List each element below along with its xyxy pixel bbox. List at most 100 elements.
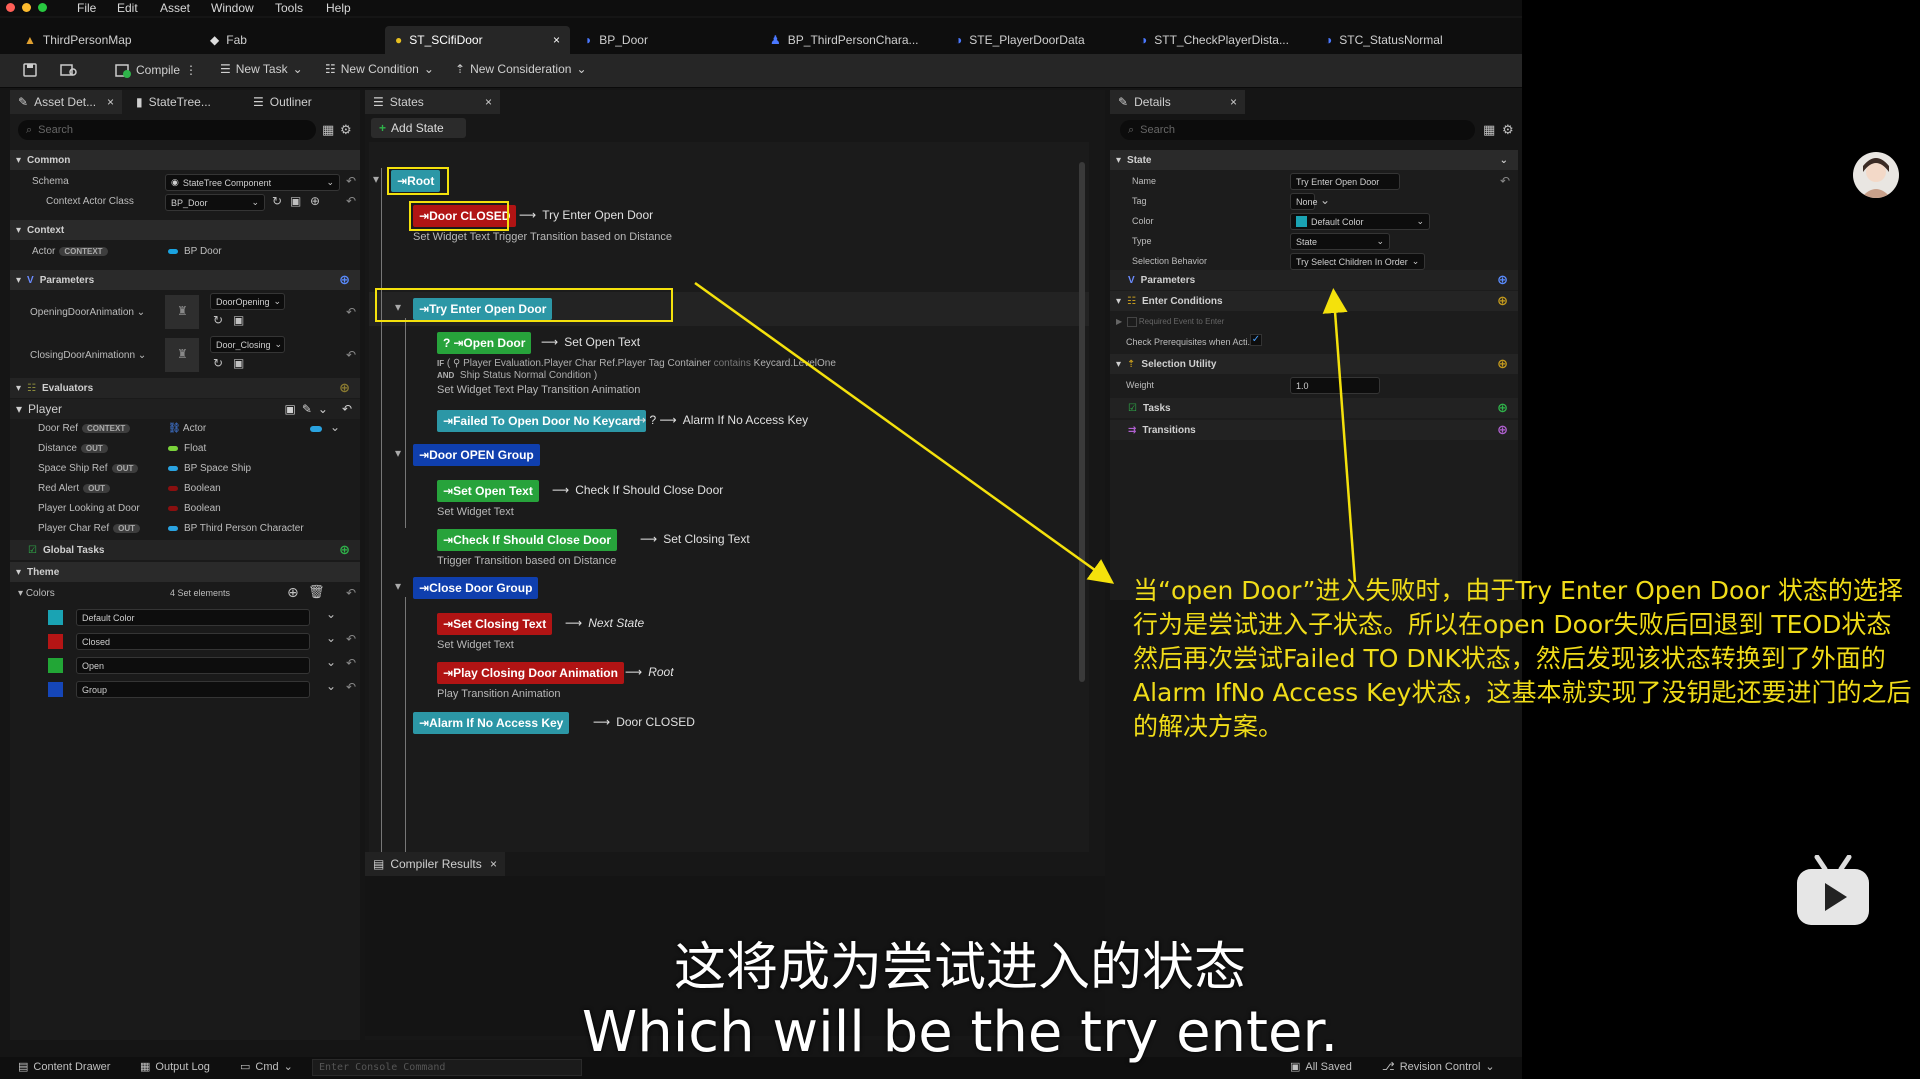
reset-icon[interactable]: ↶ [1500,174,1510,188]
add-task-icon[interactable]: ⊕ [1497,400,1508,416]
edit-icon[interactable]: ✎ [302,402,312,416]
chevron-down-icon[interactable]: ⌄ [326,679,336,693]
state-play-closing-door-animation[interactable]: ⇥ Play Closing Door Animation [437,662,624,684]
reset-icon[interactable]: ↶ [346,174,356,188]
use-selected-icon[interactable]: ↻ [213,356,223,370]
opening-animation-thumbnail[interactable]: ♜ [165,295,199,329]
closing-animation-thumbnail[interactable]: ♜ [165,338,199,372]
tag-field[interactable]: None [1290,193,1318,210]
browse-icon[interactable]: ▣ [233,356,244,370]
reset-icon[interactable]: ↶ [346,194,356,208]
chevron-down-icon[interactable]: ⌄ [326,607,336,621]
add-transition-icon[interactable]: ⊕ [1497,422,1508,438]
section-transitions[interactable]: ⇉ Transitions ⊕ [1110,420,1518,440]
minimize-window-icon[interactable] [22,3,31,12]
tab-outliner[interactable]: ☰ Outliner [245,90,320,114]
tab-statetree[interactable]: ▮ StateTree... [128,90,219,114]
table-view-icon[interactable]: ▦ [322,122,334,138]
tab-bp-thirdpersonchara[interactable]: ♟ BP_ThirdPersonChara... [760,26,929,54]
section-enter-conditions[interactable]: ▾ ☷ Enter Conditions ⊕ [1110,291,1518,311]
tab-asset-details[interactable]: ✎ Asset Det... × [10,90,122,114]
color-swatch[interactable] [48,634,63,649]
gear-icon[interactable]: ⚙ [1502,122,1514,138]
add-icon[interactable]: ⊕ [310,194,320,208]
type-dropdown[interactable]: State ⌄ [1290,233,1390,250]
gear-icon[interactable]: ⚙ [340,122,352,138]
new-task-button[interactable]: ☰ New Task ⌄ [220,62,303,76]
add-consideration-icon[interactable]: ⊕ [1497,356,1508,372]
state-alarm-if-no-access-key[interactable]: ⇥ Alarm If No Access Key [413,712,570,734]
color-name-field[interactable]: Open [76,657,310,674]
state-failed-to-open-door[interactable]: ⇥ Failed To Open Door No Keycard [437,410,647,432]
details-search-input[interactable]: ⌕ Search [1120,120,1475,140]
trash-icon[interactable]: 🗑︎ [308,584,325,600]
menu-window[interactable]: Window [211,1,254,15]
section-common[interactable]: ▾ Common [10,150,360,170]
check-prerequisites-checkbox[interactable]: ✓ [1250,334,1262,346]
section-tasks[interactable]: ☑ Tasks ⊕ [1110,398,1518,418]
menu-file[interactable]: File [77,1,96,15]
close-tab-icon[interactable]: × [485,95,492,109]
opening-animation-dropdown[interactable]: DoorOpening ⌄ [210,293,285,310]
close-tab-icon[interactable]: × [490,857,497,871]
add-state-button[interactable]: + Add State [371,118,466,138]
chevron-down-icon[interactable]: ▾ [395,579,401,593]
tab-st-scifidoor[interactable]: ● ST_SCifiDoor × [385,26,570,54]
chevron-down-icon[interactable]: ⌄ [1320,193,1330,207]
weight-input[interactable]: 1.0 [1290,377,1380,394]
close-tab-icon[interactable]: × [1230,95,1237,109]
table-view-icon[interactable]: ▦ [1483,122,1495,138]
tab-ste-playerdoordata[interactable]: ◑ STE_PlayerDoorData [945,26,1095,54]
compile-options-icon[interactable]: ⋮ [185,63,197,77]
section-context[interactable]: ▾ Context [10,220,360,240]
menu-tools[interactable]: Tools [275,1,303,15]
tab-stt-checkplayerdista[interactable]: ◑ STT_CheckPlayerDista... [1130,26,1299,54]
add-evaluator-icon[interactable]: ⊕ [339,380,350,396]
chevron-down-icon[interactable]: ⌄ [318,402,328,416]
color-dropdown[interactable]: Default Color ⌄ [1290,213,1430,230]
reset-icon[interactable]: ↶ [346,656,356,670]
chevron-down-icon[interactable]: ▾ [395,446,401,460]
checkbox[interactable] [1126,317,1137,327]
add-condition-icon[interactable]: ⊕ [1497,293,1508,309]
section-evaluators[interactable]: ▾ ☷ Evaluators ⊕ [10,378,360,398]
section-theme[interactable]: ▾ Theme [10,562,360,582]
chevron-down-icon[interactable]: ⌄ [326,655,336,669]
name-input[interactable]: Try Enter Open Door [1290,173,1400,190]
evaluator-player[interactable]: ▾ Player ▣ ✎ ⌄ ↶ [10,399,360,419]
reset-icon[interactable]: ↶ [346,305,356,319]
tab-details[interactable]: ✎ Details × [1110,90,1245,114]
tab-bp-door[interactable]: ◗ BP_Door [575,26,658,54]
menu-help[interactable]: Help [326,1,351,15]
reset-icon[interactable]: ↶ [342,402,352,416]
vertical-scrollbar[interactable] [1079,162,1085,682]
reset-icon[interactable]: ↶ [346,348,356,362]
section-parameters[interactable]: V Parameters ⊕ [1110,270,1518,290]
browse-icon[interactable]: ▣ [290,194,301,208]
tab-fab[interactable]: ◆ Fab [200,26,257,54]
avatar[interactable] [1853,152,1899,198]
color-swatch[interactable] [48,658,63,673]
new-condition-button[interactable]: ☷ New Condition ⌄ [325,62,434,76]
required-event-row[interactable]: ▶ Required Event to Enter [1116,317,1224,327]
menu-edit[interactable]: Edit [117,1,138,15]
selection-behavior-dropdown[interactable]: Try Select Children In Order ⌄ [1290,253,1425,270]
color-name-field[interactable]: Default Color [76,609,310,626]
use-selected-icon[interactable]: ↻ [272,194,282,208]
use-selected-icon[interactable]: ↻ [213,313,223,327]
add-global-task-icon[interactable]: ⊕ [339,542,350,558]
section-state[interactable]: ▾ State ⌄ [1110,150,1518,170]
tab-thirdpersonmap[interactable]: ▲ ThirdPersonMap [14,26,142,54]
menu-asset[interactable]: Asset [160,1,190,15]
browse-icon[interactable]: ▣ [284,402,295,416]
chevron-down-icon[interactable]: ⌄ [330,420,340,434]
state-close-door-group[interactable]: ⇥ Close Door Group [413,577,539,599]
color-swatch[interactable] [48,610,63,625]
state-check-if-should-close-door[interactable]: ⇥ Check If Should Close Door [437,529,618,551]
section-parameters[interactable]: ▾ V Parameters ⊕ [10,270,360,290]
tab-states[interactable]: ☰ States × [365,90,500,114]
context-actor-class-dropdown[interactable]: BP_Door ⌄ [165,194,265,211]
color-name-field[interactable]: Group [76,681,310,698]
close-tab-icon[interactable]: × [553,33,560,47]
close-window-icon[interactable] [6,3,15,12]
